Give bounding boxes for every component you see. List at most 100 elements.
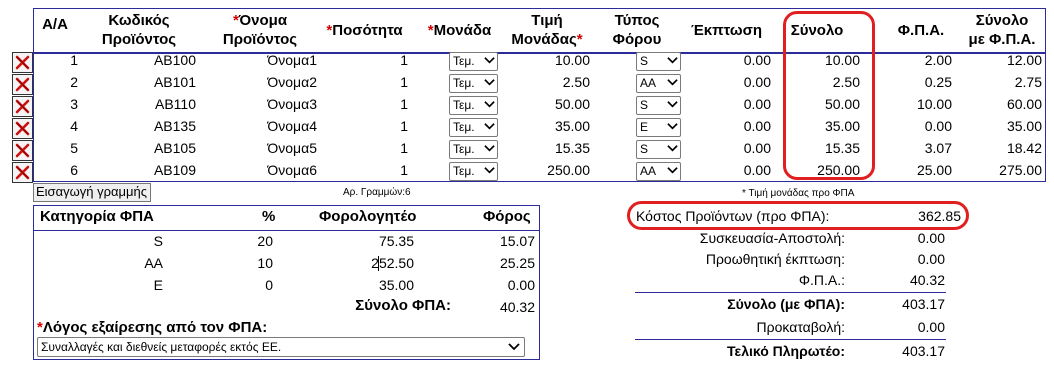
row-qty[interactable]: 1 (380, 95, 408, 113)
row-vat: 0.25 (924, 74, 952, 90)
row-aa: 3 (70, 96, 78, 112)
row-aa: 2 (70, 74, 78, 90)
row-qty[interactable]: 1 (380, 161, 408, 179)
summary-packaging-value: 0.00 (917, 230, 945, 246)
row-code[interactable]: AB110 (130, 95, 196, 113)
chevron-down-icon (484, 120, 495, 137)
row-vat: 3.07 (924, 140, 952, 156)
summary-final-label: Τελικό Πληρωτέο: (727, 343, 845, 359)
delete-row-button[interactable] (12, 118, 33, 139)
row-code[interactable]: AB135 (130, 117, 196, 135)
header-taxtype-line1: Τύπος (614, 12, 660, 29)
header-vat-text: Φ.Π.Α. (897, 22, 945, 39)
header-unit: *Μονάδα (417, 21, 502, 40)
summary-divider (635, 339, 946, 340)
row-code[interactable]: AB100 (130, 51, 196, 69)
delete-row-button[interactable] (12, 74, 33, 95)
summary-final-value: 403.17 (902, 343, 945, 359)
row-taxtype-selected: AA (640, 76, 657, 90)
row-unit-select[interactable]: Τεμ. (449, 118, 498, 137)
vat-header-category: Κατηγορία ΦΠΑ (40, 208, 154, 225)
chevron-down-icon (667, 98, 678, 115)
header-name: *Όνομα Προϊόντος (210, 11, 310, 49)
row-aa: 6 (70, 162, 78, 178)
row-unit-select[interactable]: Τεμ. (449, 162, 498, 181)
row-taxtype-selected: S (640, 54, 649, 68)
vat-header-tax: Φόρος (483, 208, 531, 225)
row-qty[interactable]: 1 (380, 117, 408, 135)
row-name[interactable]: Όνομα2 (250, 73, 317, 91)
row-total-vat: 2.75 (1014, 74, 1042, 90)
row-discount[interactable]: 0.00 (715, 139, 771, 157)
row-price[interactable]: 50.00 (520, 95, 590, 113)
row-discount[interactable]: 0.00 (715, 51, 771, 69)
delete-row-button[interactable] (12, 162, 33, 183)
summary-divider (635, 292, 946, 293)
row-price[interactable]: 15.35 (520, 139, 590, 157)
row-unit-select[interactable]: Τεμ. (449, 140, 498, 159)
row-taxtype-selected: S (640, 142, 649, 156)
row-name[interactable]: Όνομα4 (250, 117, 317, 135)
header-total-vat-line2: με Φ.Π.Α. (968, 31, 1036, 48)
summary-deposit-value: 0.00 (917, 319, 945, 335)
row-unit-select[interactable]: Τεμ. (449, 74, 498, 93)
row-taxtype-select[interactable]: AA (636, 74, 681, 93)
chevron-down-icon (667, 164, 678, 181)
row-discount[interactable]: 0.00 (715, 117, 771, 135)
row-discount[interactable]: 0.00 (715, 95, 771, 113)
row-name[interactable]: Όνομα1 (250, 51, 317, 69)
header-taxtype-line2: Φόρου (612, 31, 662, 48)
summary-vat-label: Φ.Π.Α.: (798, 272, 845, 288)
row-code[interactable]: AB101 (130, 73, 196, 91)
header-code: Κωδικός Προϊόντος (89, 11, 189, 49)
chevron-down-icon (484, 142, 495, 159)
row-vat: 0.00 (924, 118, 952, 134)
vat-exemption-select[interactable]: Συναλλαγές και διεθνείς μεταφορές εκτός … (37, 337, 525, 357)
row-code[interactable]: AB105 (130, 139, 196, 157)
row-price[interactable]: 2.50 (520, 73, 590, 91)
add-row-label: Εισαγωγή γραμμής (36, 184, 147, 199)
row-taxtype-select[interactable]: S (636, 140, 681, 159)
row-code[interactable]: AB109 (130, 161, 196, 179)
row-name[interactable]: Όνομα5 (250, 139, 317, 157)
row-taxtype-select[interactable]: S (636, 96, 681, 115)
header-price: Τιμή Μονάδας* (502, 11, 592, 49)
summary-product-cost-label: Κόστος Προϊόντων (προ ΦΠΑ): (636, 208, 830, 224)
vat-exemption-label-text: Λόγος εξαίρεσης από τον ΦΠΑ: (42, 319, 268, 336)
vat-table: Κατηγορία ΦΠΑ % Φορολογητέο Φόρος S 20 7… (33, 205, 540, 360)
row-name[interactable]: Όνομα3 (250, 95, 317, 113)
row-discount[interactable]: 0.00 (715, 161, 771, 179)
row-taxtype-selected: S (640, 98, 649, 112)
row-name[interactable]: Όνομα6 (250, 161, 317, 179)
row-taxtype-select[interactable]: S (636, 52, 681, 71)
row-unit-select[interactable]: Τεμ. (449, 96, 498, 115)
row-discount[interactable]: 0.00 (715, 73, 771, 91)
row-qty[interactable]: 1 (380, 73, 408, 91)
price-note: * Τιμή μονάδας προ ΦΠΑ (742, 188, 854, 200)
vat-header-taxable: Φορολογητέο (319, 208, 417, 225)
chevron-down-icon (667, 76, 678, 93)
vat-row-taxable: 75.35 (378, 233, 414, 249)
delete-row-button[interactable] (12, 52, 33, 73)
row-qty[interactable]: 1 (380, 139, 408, 157)
delete-row-button[interactable] (12, 96, 33, 117)
required-mark: * (576, 31, 583, 48)
row-aa: 1 (70, 52, 78, 68)
summary-vat-value: 40.32 (909, 272, 945, 288)
row-price[interactable]: 10.00 (520, 51, 590, 69)
chevron-down-icon (508, 340, 520, 358)
row-price[interactable]: 250.00 (520, 161, 590, 179)
row-taxtype-select[interactable]: AA (636, 162, 681, 181)
vat-row-category: AA (144, 255, 163, 271)
header-taxtype: Τύπος Φόρου (607, 11, 667, 49)
header-discount-text: Έκπτωση (690, 22, 762, 39)
vat-exemption-selected: Συναλλαγές και διεθνείς μεταφορές εκτός … (41, 340, 282, 354)
row-qty[interactable]: 1 (380, 51, 408, 69)
summary-packaging-label: Συσκευασία-Αποστολή: (699, 230, 845, 246)
delete-row-button[interactable] (12, 140, 33, 161)
row-price[interactable]: 35.00 (520, 117, 590, 135)
row-unit-selected: Τεμ. (453, 54, 475, 68)
row-unit-select[interactable]: Τεμ. (449, 52, 498, 71)
row-taxtype-select[interactable]: E (636, 118, 681, 137)
add-row-button[interactable]: Εισαγωγή γραμμής (33, 183, 151, 202)
